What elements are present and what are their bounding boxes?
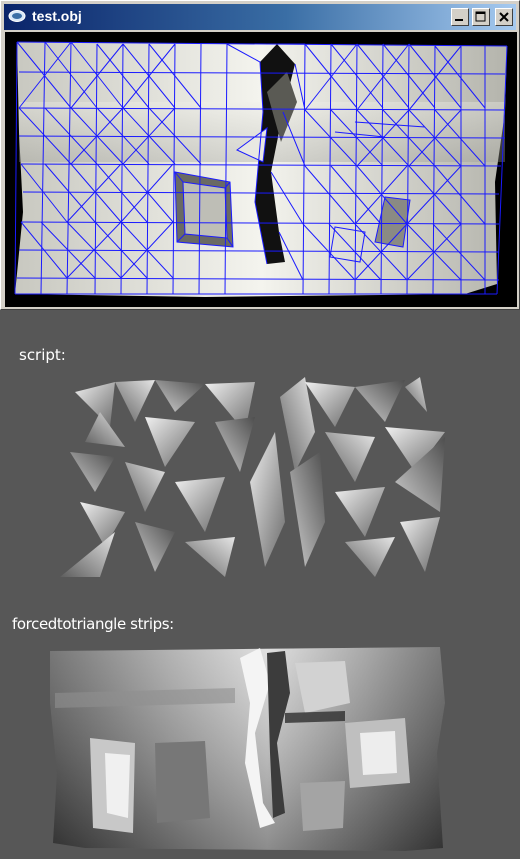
strips-render	[45, 643, 450, 853]
model-viewer-window: test.obj	[0, 0, 520, 310]
maximize-button[interactable]	[472, 8, 490, 26]
wireframe-viewport[interactable]	[5, 32, 517, 307]
close-icon	[499, 12, 509, 22]
app-icon	[8, 10, 26, 22]
minimize-button[interactable]	[451, 8, 469, 26]
wireframe-render	[14, 41, 508, 297]
maximize-icon	[475, 11, 486, 22]
minimize-icon	[455, 19, 463, 21]
close-button[interactable]	[495, 8, 513, 26]
title-bar[interactable]: test.obj	[4, 4, 516, 30]
script-render-image	[60, 377, 445, 577]
strips-render-image	[50, 647, 445, 851]
strips-caption: forcedtotriangle strips:	[12, 615, 174, 633]
script-render	[55, 372, 455, 584]
window-title: test.obj	[32, 8, 82, 24]
script-caption: script:	[19, 346, 66, 364]
